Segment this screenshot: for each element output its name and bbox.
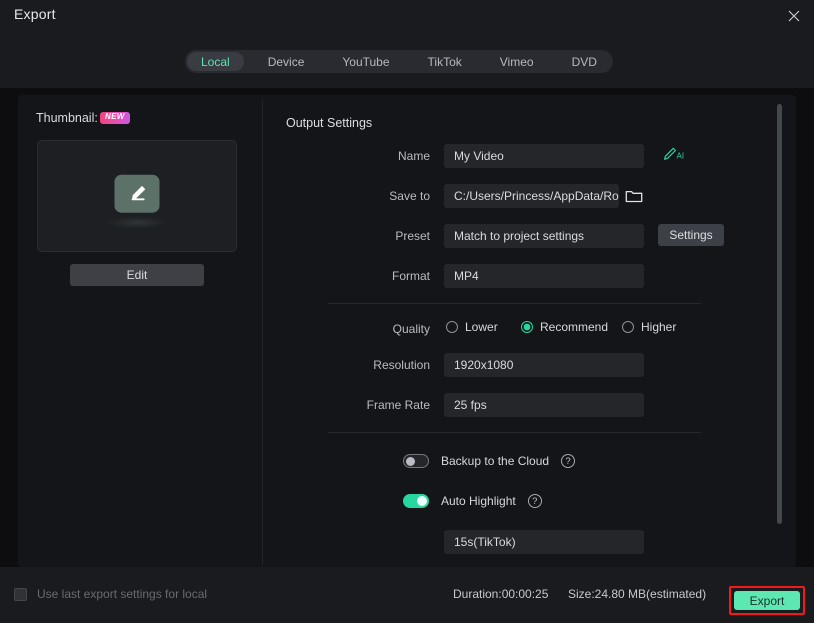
ai-pencil-icon[interactable]: AI xyxy=(662,146,688,164)
name-input[interactable]: My Video xyxy=(444,144,644,168)
output-settings-title: Output Settings xyxy=(286,116,373,130)
quality-option-lower[interactable]: Lower xyxy=(446,320,498,334)
folder-icon[interactable] xyxy=(625,188,643,209)
auto-highlight-label: Auto Highlight xyxy=(441,494,516,508)
panel-scrollbar-thumb[interactable] xyxy=(777,104,782,524)
thumbnail-edit-button[interactable]: Edit xyxy=(70,264,204,286)
name-row: Name xyxy=(330,144,430,168)
preset-settings-button[interactable]: Settings xyxy=(658,224,724,246)
export-dialog: Export Local Device YouTube TikTok Vimeo… xyxy=(0,0,814,623)
new-badge: NEW xyxy=(100,112,130,124)
backup-to-cloud-label: Backup to the Cloud xyxy=(441,454,550,468)
use-last-settings-checkbox[interactable]: Use last export settings for local xyxy=(14,587,207,601)
use-last-settings-label: Use last export settings for local xyxy=(37,587,208,601)
page-title: Export xyxy=(14,6,56,22)
resolution-select[interactable]: 1920x1080 xyxy=(444,353,644,377)
thumbnail-label: Thumbnail: xyxy=(36,111,98,125)
preset-label: Preset xyxy=(395,229,430,243)
title-bar: Export xyxy=(0,0,814,32)
name-label: Name xyxy=(397,149,430,163)
toggle-knob xyxy=(417,496,427,506)
auto-highlight-toggle[interactable] xyxy=(403,494,429,508)
tab-device[interactable]: Device xyxy=(254,52,319,71)
format-select[interactable]: MP4 xyxy=(444,264,644,288)
auto-highlight-row: Auto Highlight ? xyxy=(403,494,542,508)
quality-option-recommend-label: Recommend xyxy=(540,320,609,334)
format-row: Format xyxy=(330,264,430,288)
thumbnail-shadow xyxy=(106,216,168,229)
radio-higher[interactable] xyxy=(622,321,634,333)
preset-row: Preset xyxy=(330,224,430,248)
thumbnail-preview[interactable] xyxy=(37,140,237,252)
save-to-input[interactable]: C:/Users/Princess/AppData/Ro xyxy=(444,184,619,208)
quality-option-recommend[interactable]: Recommend xyxy=(521,320,608,334)
tab-youtube[interactable]: YouTube xyxy=(328,52,403,71)
backup-to-cloud-row: Backup to the Cloud ? xyxy=(403,454,576,468)
quality-option-higher-label: Higher xyxy=(641,320,677,334)
toggle-knob xyxy=(405,456,415,466)
save-to-label: Save to xyxy=(389,189,430,203)
backup-help-icon[interactable]: ? xyxy=(561,454,576,468)
duration-text: Duration:00:00:25 xyxy=(453,587,549,601)
svg-text:AI: AI xyxy=(677,151,685,160)
section-divider-1 xyxy=(328,303,701,304)
resolution-label: Resolution xyxy=(373,358,430,372)
frame-rate-label: Frame Rate xyxy=(366,398,430,412)
radio-recommend[interactable] xyxy=(521,321,533,333)
preset-select[interactable]: Match to project settings xyxy=(444,224,644,248)
tab-local[interactable]: Local xyxy=(187,52,244,71)
quality-label: Quality xyxy=(392,322,430,336)
quality-option-lower-label: Lower xyxy=(465,320,498,334)
export-button[interactable]: Export xyxy=(734,591,800,610)
checkbox-box[interactable] xyxy=(14,587,27,601)
frame-rate-row: Frame Rate xyxy=(330,393,430,417)
resolution-row: Resolution xyxy=(330,353,430,377)
tab-dvd[interactable]: DVD xyxy=(558,52,611,71)
highlight-duration-select[interactable]: 15s(TikTok) xyxy=(444,530,644,554)
panel-divider xyxy=(262,100,263,565)
tab-vimeo[interactable]: Vimeo xyxy=(486,52,548,71)
frame-rate-select[interactable]: 25 fps xyxy=(444,393,644,417)
tab-bar: Local Device YouTube TikTok Vimeo DVD xyxy=(185,50,613,73)
pencil-edit-icon xyxy=(114,174,160,213)
radio-lower[interactable] xyxy=(446,321,458,333)
auto-highlight-help-icon[interactable]: ? xyxy=(527,494,542,508)
format-label: Format xyxy=(391,269,430,283)
tab-bar-region: Local Device YouTube TikTok Vimeo DVD xyxy=(0,32,814,88)
footer-bar: Use last export settings for local Durat… xyxy=(0,567,814,623)
close-icon[interactable] xyxy=(782,4,806,28)
backup-to-cloud-toggle[interactable] xyxy=(403,454,429,468)
quality-option-higher[interactable]: Higher xyxy=(622,320,676,334)
section-divider-2 xyxy=(328,432,701,433)
tab-tiktok[interactable]: TikTok xyxy=(414,52,476,71)
size-text: Size:24.80 MB(estimated) xyxy=(568,587,707,601)
save-to-row: Save to xyxy=(330,184,430,208)
